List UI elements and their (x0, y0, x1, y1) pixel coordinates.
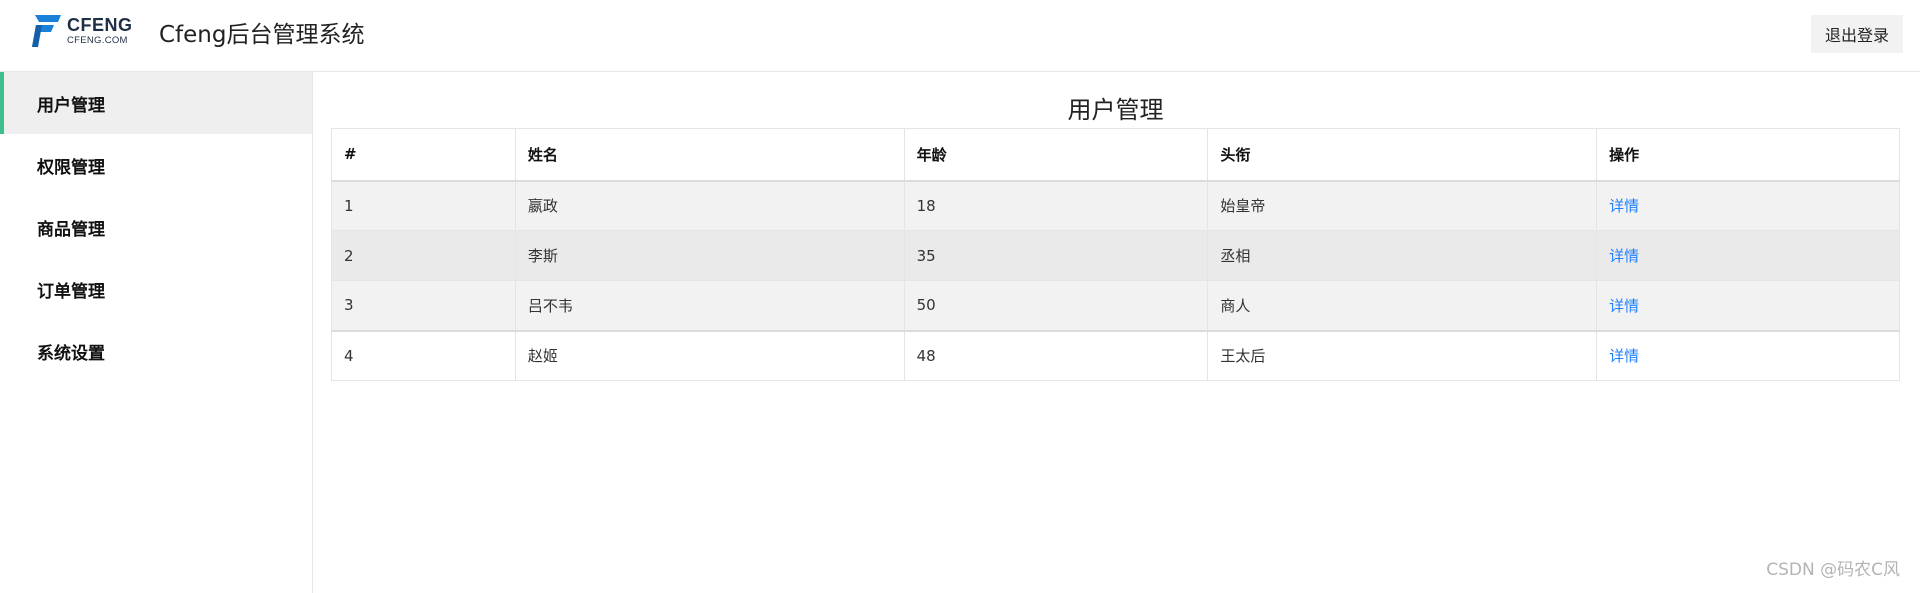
cell-title: 王太后 (1207, 329, 1598, 381)
logo-wordmark: CFENG (67, 15, 133, 36)
column-header-age: 年龄 (903, 128, 1209, 182)
cell-age: 35 (903, 230, 1209, 281)
cell-age: 50 (903, 280, 1209, 331)
table-header-row: # 姓名 年龄 头衔 操作 (331, 128, 1900, 182)
cell-action: 详情 (1596, 280, 1900, 331)
page-title: 用户管理 (1067, 96, 1164, 124)
detail-link[interactable]: 详情 (1609, 197, 1639, 215)
cell-title: 丞相 (1207, 230, 1598, 281)
cell-title: 始皇帝 (1207, 180, 1598, 231)
table-row: 4 赵姬 48 王太后 详情 (331, 329, 1900, 381)
cell-action: 详情 (1596, 230, 1900, 281)
detail-link[interactable]: 详情 (1609, 247, 1639, 265)
main-content: 用户管理 # 姓名 年龄 头衔 操作 1 嬴政 18 始皇帝 详情 2 李斯 3… (314, 72, 1920, 593)
column-header-name: 姓名 (514, 128, 905, 182)
cell-action: 详情 (1596, 329, 1900, 381)
column-header-action: 操作 (1596, 128, 1900, 182)
cell-age: 48 (903, 329, 1209, 381)
cell-name: 李斯 (514, 230, 905, 281)
logout-button[interactable]: 退出登录 (1811, 15, 1903, 53)
sidebar-item-system-settings[interactable]: 系统设置 (0, 320, 312, 382)
table-row: 2 李斯 35 丞相 详情 (331, 230, 1900, 281)
cell-name: 嬴政 (514, 180, 905, 231)
app-title: Cfeng后台管理系统 (159, 22, 365, 48)
detail-link[interactable]: 详情 (1609, 297, 1639, 315)
cell-index: 3 (331, 280, 516, 331)
cell-index: 4 (331, 329, 516, 381)
cell-name: 吕不韦 (514, 280, 905, 331)
sidebar: 用户管理 权限管理 商品管理 订单管理 系统设置 (0, 72, 313, 593)
detail-link[interactable]: 详情 (1609, 347, 1639, 365)
top-header: CFENG CFENG.COM Cfeng后台管理系统 退出登录 (0, 0, 1920, 72)
sidebar-item-permission-management[interactable]: 权限管理 (0, 134, 312, 196)
watermark: CSDN @码农C风 (1766, 560, 1900, 580)
sidebar-item-product-management[interactable]: 商品管理 (0, 196, 312, 258)
cell-name: 赵姬 (514, 329, 905, 381)
cell-action: 详情 (1596, 180, 1900, 231)
sidebar-item-user-management[interactable]: 用户管理 (0, 72, 312, 134)
logo-domain: CFENG.COM (67, 35, 128, 47)
table-row: 3 吕不韦 50 商人 详情 (331, 280, 1900, 331)
logo[interactable]: CFENG CFENG.COM (32, 13, 133, 49)
cfeng-logo-icon (32, 15, 61, 47)
sidebar-item-order-management[interactable]: 订单管理 (0, 258, 312, 320)
column-header-index: # (331, 128, 516, 182)
cell-age: 18 (903, 180, 1209, 231)
user-table: # 姓名 年龄 头衔 操作 1 嬴政 18 始皇帝 详情 2 李斯 35 丞相 … (331, 128, 1900, 381)
cell-index: 2 (331, 230, 516, 281)
cell-title: 商人 (1207, 280, 1598, 331)
column-header-title: 头衔 (1207, 128, 1598, 182)
table-row: 1 嬴政 18 始皇帝 详情 (331, 180, 1900, 231)
cell-index: 1 (331, 180, 516, 231)
